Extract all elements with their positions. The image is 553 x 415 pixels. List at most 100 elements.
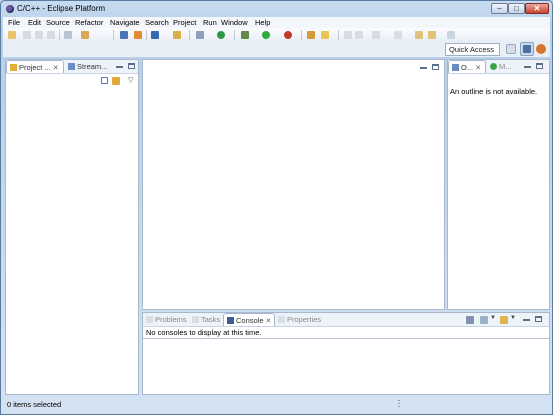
pin-console-icon[interactable] xyxy=(466,316,474,324)
tasks-icon xyxy=(192,316,199,323)
properties-icon xyxy=(278,316,285,323)
display-console-icon[interactable] xyxy=(480,316,488,324)
tab-tasks[interactable]: Tasks xyxy=(189,313,223,326)
maximize-view-button[interactable] xyxy=(128,63,135,69)
tab-label: Stream... xyxy=(77,62,108,71)
tab-label: Problems xyxy=(155,315,187,324)
tab-properties[interactable]: Properties xyxy=(275,313,327,326)
bug-debug-icon[interactable] xyxy=(241,31,249,39)
window-title: C/C++ - Eclipse Platform xyxy=(17,4,106,13)
back-icon[interactable] xyxy=(415,31,423,39)
link-with-editor-icon[interactable] xyxy=(112,77,120,85)
debug-perspective-icon[interactable] xyxy=(120,31,128,39)
editor-area xyxy=(142,59,445,310)
debug-perspective-switch-icon[interactable] xyxy=(536,44,546,54)
application-window: C/C++ - Eclipse Platform – □ ✕ File Edit… xyxy=(0,0,553,415)
toolbar-separator xyxy=(146,30,147,40)
toolbar-separator xyxy=(113,30,114,40)
menu-edit[interactable]: Edit xyxy=(28,18,41,27)
open-console-icon[interactable] xyxy=(500,316,508,324)
search-icon[interactable] xyxy=(196,31,204,39)
save-icon[interactable] xyxy=(23,31,31,39)
close-tab-icon[interactable]: ✕ xyxy=(475,65,481,72)
project-explorer-icon xyxy=(10,64,17,71)
open-element-icon[interactable] xyxy=(321,31,329,39)
build-icon[interactable] xyxy=(64,31,72,39)
tab-outline[interactable]: O... ✕ xyxy=(448,60,486,73)
next-annotation-icon[interactable] xyxy=(344,31,352,39)
pin-editor-icon[interactable] xyxy=(394,31,402,39)
menu-run[interactable]: Run xyxy=(203,18,217,27)
open-type-icon[interactable] xyxy=(307,31,315,39)
new-class-icon[interactable] xyxy=(151,31,159,39)
maximize-button[interactable]: □ xyxy=(508,3,525,14)
eclipse-logo-icon xyxy=(6,5,14,13)
prev-annotation-icon[interactable] xyxy=(355,31,363,39)
status-text: 0 items selected xyxy=(7,400,62,409)
minimize-view-button[interactable] xyxy=(524,64,531,68)
status-grip[interactable] xyxy=(398,400,400,409)
tab-make[interactable]: M... xyxy=(487,60,517,73)
cpp-perspective-button[interactable] xyxy=(520,42,534,56)
last-edit-icon[interactable] xyxy=(372,31,380,39)
make-target-icon xyxy=(68,63,75,70)
project-explorer-panel: Project ... ✕ Stream... ▽ xyxy=(5,59,139,395)
menu-search[interactable]: Search xyxy=(145,18,169,27)
menu-refactor[interactable]: Refactor xyxy=(75,18,103,27)
open-perspective-icon[interactable] xyxy=(506,44,516,54)
toolbar-separator xyxy=(234,30,235,40)
menu-file[interactable]: File xyxy=(8,18,20,27)
build-all-icon[interactable] xyxy=(81,31,89,39)
close-tab-icon[interactable]: ✕ xyxy=(266,318,272,325)
toolbar-separator xyxy=(301,30,302,40)
run-icon[interactable] xyxy=(262,31,270,39)
tab-console[interactable]: Console ✕ xyxy=(223,313,275,326)
new-folder-icon[interactable] xyxy=(173,31,181,39)
console-panel: Problems Tasks Console ✕ Properties ▼ ▼ N… xyxy=(142,312,550,395)
minimize-editor-button[interactable] xyxy=(420,65,427,69)
quick-access-input[interactable]: Quick Access xyxy=(445,43,500,56)
tab-problems[interactable]: Problems xyxy=(143,313,189,326)
menu-navigate[interactable]: Navigate xyxy=(110,18,140,27)
print-icon[interactable] xyxy=(47,31,55,39)
outline-tabstrip: O... ✕ M... xyxy=(448,60,549,74)
chevron-down-icon[interactable]: ▼ xyxy=(510,315,516,321)
forward-icon[interactable] xyxy=(447,31,455,39)
title-bar[interactable]: C/C++ - Eclipse Platform – □ ✕ xyxy=(1,1,552,17)
console-empty-message: No consoles to display at this time. xyxy=(146,328,262,337)
back-dropdown-icon[interactable] xyxy=(428,31,436,39)
refresh-icon[interactable] xyxy=(217,31,225,39)
save-all-icon[interactable] xyxy=(35,31,43,39)
minimize-view-button[interactable] xyxy=(116,64,123,68)
menu-source[interactable]: Source xyxy=(46,18,70,27)
external-tools-icon[interactable] xyxy=(284,31,292,39)
tab-project-explorer[interactable]: Project ... ✕ xyxy=(6,60,64,73)
menu-window[interactable]: Window xyxy=(221,18,248,27)
close-tab-icon[interactable]: ✕ xyxy=(53,65,59,72)
menu-bar: File Edit Source Refactor Navigate Searc… xyxy=(3,17,550,28)
view-menu-icon[interactable]: ▽ xyxy=(128,76,133,84)
new-icon[interactable] xyxy=(8,31,16,39)
maximize-view-button[interactable] xyxy=(536,63,543,69)
maximize-editor-button[interactable] xyxy=(432,64,439,70)
tab-label: O... xyxy=(461,63,474,72)
rss-icon[interactable] xyxy=(134,31,142,39)
console-tabstrip: Problems Tasks Console ✕ Properties ▼ ▼ xyxy=(143,313,549,327)
console-divider xyxy=(143,338,549,339)
collapse-all-icon[interactable] xyxy=(101,77,108,84)
tab-label: Project ... xyxy=(19,63,51,72)
minimize-button[interactable]: – xyxy=(491,3,508,14)
toolbar-separator xyxy=(59,30,60,40)
problems-icon xyxy=(146,316,153,323)
menu-project[interactable]: Project xyxy=(173,18,196,27)
close-icon: ✕ xyxy=(533,4,541,13)
close-button[interactable]: ✕ xyxy=(525,3,549,14)
cpp-perspective-icon xyxy=(523,45,531,53)
tab-make-targets[interactable]: Stream... xyxy=(65,60,115,73)
chevron-down-icon[interactable]: ▼ xyxy=(490,315,496,321)
menu-help[interactable]: Help xyxy=(255,18,270,27)
tab-label: M... xyxy=(499,62,512,71)
minimize-view-button[interactable] xyxy=(523,317,530,321)
maximize-view-button[interactable] xyxy=(535,316,542,322)
minimize-icon: – xyxy=(497,4,502,13)
